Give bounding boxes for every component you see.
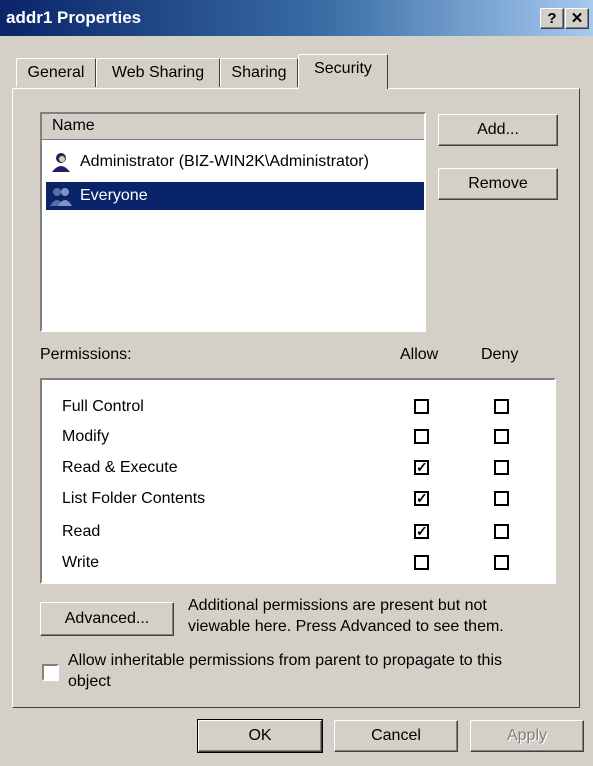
- user-icon: [52, 153, 70, 172]
- names-column-header[interactable]: Name: [42, 114, 424, 140]
- user-label: Administrator (BIZ-WIN2K\Administrator): [80, 153, 369, 170]
- deny-checkbox[interactable]: [494, 524, 509, 539]
- inherit-label-line1: Allow inheritable permissions from paren…: [68, 652, 502, 669]
- permission-row: Full Control: [62, 392, 144, 422]
- permission-row: Modify: [62, 422, 109, 452]
- remove-button[interactable]: Remove: [438, 168, 558, 200]
- names-list[interactable]: Name Administrator (BIZ-WIN2K\Administra…: [40, 112, 426, 332]
- deny-checkbox[interactable]: [494, 555, 509, 570]
- help-button[interactable]: ?: [540, 8, 564, 29]
- apply-button[interactable]: Apply: [470, 720, 584, 752]
- ok-button[interactable]: OK: [197, 719, 323, 753]
- permission-row: Read & Execute: [62, 453, 178, 483]
- advanced-note-line1: Additional permissions are present but n…: [188, 597, 487, 614]
- deny-checkbox[interactable]: [494, 429, 509, 444]
- close-button[interactable]: ✕: [565, 8, 589, 29]
- permissions-list[interactable]: Full Control Modify Read & Execute List …: [40, 378, 556, 584]
- allow-checkbox[interactable]: [414, 399, 429, 414]
- permission-row: List Folder Contents: [62, 484, 205, 514]
- cancel-button[interactable]: Cancel: [334, 720, 458, 752]
- advanced-note-line2: viewable here. Press Advanced to see the…: [188, 618, 504, 635]
- inherit-label-line2: object: [68, 673, 111, 690]
- permission-label: Read & Execute: [62, 459, 178, 476]
- group-label: Everyone: [80, 187, 148, 204]
- properties-dialog: addr1 Properties ? ✕ General Web Sharing…: [0, 0, 593, 766]
- tab-web-sharing[interactable]: Web Sharing: [96, 58, 220, 87]
- inherit-checkbox[interactable]: [42, 664, 59, 681]
- group-icon: [50, 188, 72, 206]
- permission-label: Write: [62, 554, 100, 571]
- deny-checkbox[interactable]: [494, 491, 509, 506]
- allow-checkbox[interactable]: ✓: [414, 491, 429, 506]
- deny-checkbox[interactable]: [494, 460, 509, 475]
- permission-label: Full Control: [62, 398, 144, 415]
- tab-security[interactable]: Security: [298, 54, 388, 89]
- allow-header: Allow: [400, 346, 439, 363]
- allow-checkbox[interactable]: ✓: [414, 460, 429, 475]
- permission-label: Modify: [62, 428, 110, 445]
- list-item-administrator[interactable]: Administrator (BIZ-WIN2K\Administrator): [46, 148, 424, 176]
- tab-sharing[interactable]: Sharing: [220, 58, 298, 87]
- advanced-button[interactable]: Advanced...: [40, 602, 174, 636]
- list-item-everyone[interactable]: Everyone: [46, 182, 424, 210]
- add-button[interactable]: Add...: [438, 114, 558, 146]
- permission-label: Read: [62, 523, 101, 540]
- name-header-label: Name: [52, 117, 95, 134]
- allow-checkbox[interactable]: [414, 429, 429, 444]
- permission-label: List Folder Contents: [62, 490, 206, 507]
- deny-checkbox[interactable]: [494, 399, 509, 414]
- tab-general[interactable]: General: [16, 58, 96, 87]
- window-title: addr1 Properties: [6, 8, 142, 27]
- allow-checkbox[interactable]: ✓: [414, 524, 429, 539]
- allow-checkbox[interactable]: [414, 555, 429, 570]
- permissions-label: Permissions:: [40, 346, 132, 363]
- permission-row: Read: [62, 517, 100, 547]
- permission-row: Write: [62, 548, 99, 578]
- deny-header: Deny: [481, 346, 519, 363]
- title-bar[interactable]: addr1 Properties ? ✕: [0, 0, 593, 36]
